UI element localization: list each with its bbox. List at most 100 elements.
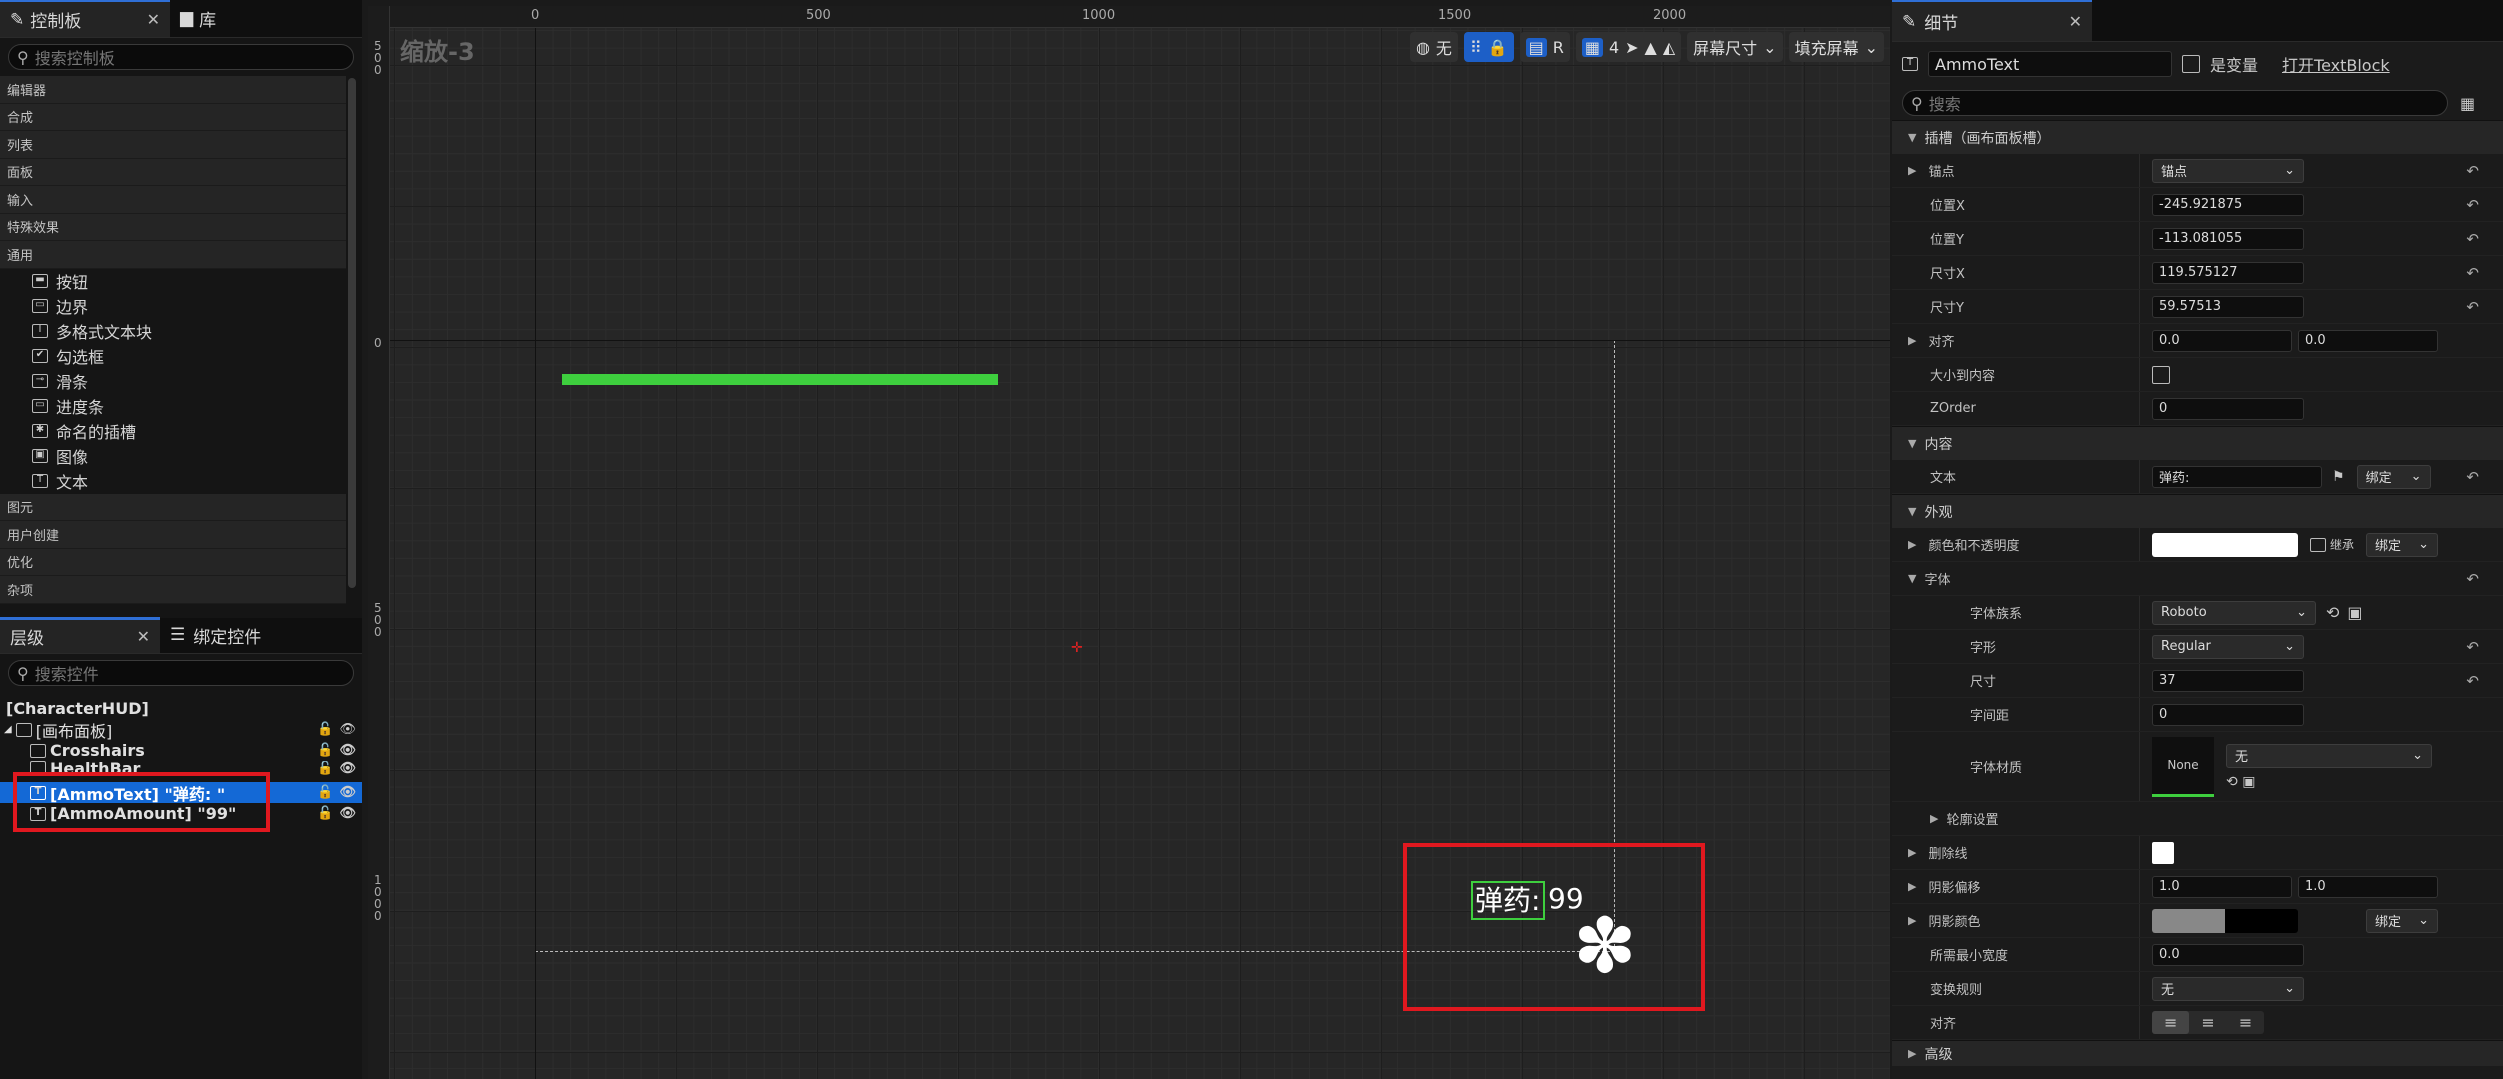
palette-category[interactable]: 编辑器	[0, 76, 346, 104]
reset-icon[interactable]: ↶	[2466, 298, 2479, 316]
fill-screen-dropdown[interactable]: 填充屏幕 ⌄	[1788, 32, 1884, 62]
tree-root[interactable]: [CharacterHUD]	[0, 698, 362, 719]
snap-toggle[interactable]: ⠿ 🔒	[1463, 32, 1514, 62]
palette-search-input[interactable]: ⚲ 搜索控制板	[8, 44, 354, 70]
designer-canvas[interactable]: ✛ 弹药: 99 ✽ 缩放-3 ◍ 无 ⠿ 🔒 ▤ R ▦ 4 ➤ ▲ ◭ 屏幕尺寸 ⌄ 填充屏…	[368, 6, 1890, 1079]
palette-item[interactable]: ▭ 边界	[0, 294, 346, 319]
min-width-input[interactable]: 0.0	[2152, 943, 2304, 966]
lock-icon[interactable]: 🔓	[317, 806, 333, 821]
eye-icon[interactable]: 👁	[339, 806, 356, 821]
palette-item[interactable]: T 文本	[0, 469, 346, 494]
palette-category[interactable]: 面板	[0, 158, 346, 186]
reset-icon[interactable]: ↶	[2466, 672, 2479, 690]
color-bind-dropdown[interactable]: 绑定 ⌄	[2366, 532, 2439, 557]
palette-category[interactable]: 杂项	[0, 576, 346, 604]
transform-dropdown[interactable]: 无 ⌄	[2152, 976, 2304, 1001]
close-icon[interactable]: ✕	[125, 627, 150, 646]
close-icon[interactable]: ✕	[2057, 12, 2082, 31]
hierarchy-search-input[interactable]: ⚲ 搜索控件	[8, 660, 354, 686]
lock-icon[interactable]: 🔓	[317, 761, 333, 775]
shadow-color-swatch[interactable]	[2152, 908, 2298, 933]
text-input[interactable]: 弹药:	[2152, 465, 2322, 488]
palette-item[interactable]: ▭ 进度条	[0, 394, 346, 419]
font-family-dropdown[interactable]: Roboto ⌄	[2152, 600, 2316, 625]
size-to-content-checkbox[interactable]	[2152, 365, 2170, 384]
tab-hierarchy[interactable]: 层级 ✕	[0, 617, 160, 653]
open-textblock-link[interactable]: 打开TextBlock	[2282, 52, 2390, 76]
is-variable-checkbox[interactable]	[2182, 55, 2200, 73]
shadow-bind-dropdown[interactable]: 绑定 ⌄	[2366, 908, 2438, 933]
size-y-input[interactable]: 59.57513	[2152, 295, 2304, 318]
align-left-icon[interactable]: ≡	[2152, 1011, 2190, 1034]
details-search-input[interactable]: ⚲ 搜索	[1902, 90, 2448, 116]
screen-size-dropdown[interactable]: 屏幕尺寸 ⌄	[1687, 32, 1783, 62]
healthbar-preview[interactable]	[562, 374, 998, 385]
widget-name-input[interactable]: AmmoText	[1928, 51, 2172, 77]
close-icon[interactable]: ✕	[135, 10, 160, 29]
font-size-input[interactable]: 37	[2152, 669, 2304, 692]
section-advanced[interactable]: ▶ 高级	[1892, 1040, 2503, 1066]
palette-category[interactable]: 输入	[0, 186, 346, 214]
section-appearance[interactable]: ▼ 外观	[1892, 494, 2503, 528]
color-swatch[interactable]	[2152, 532, 2298, 557]
tab-library[interactable]: ▆ 库	[170, 0, 226, 37]
size-x-input[interactable]: 119.575127	[2152, 261, 2304, 284]
tab-bind-widgets[interactable]: ☰ 绑定控件	[160, 617, 271, 653]
zorder-input[interactable]: 0	[2152, 397, 2304, 420]
eye-icon[interactable]: 👁	[339, 743, 356, 758]
palette-item[interactable]: ▣ 图像	[0, 444, 346, 469]
palette-item[interactable]: I 多格式文本块	[0, 319, 346, 344]
lock-icon[interactable]: 🔓	[317, 743, 333, 758]
section-content[interactable]: ▼ 内容	[1892, 426, 2503, 460]
browse-icon[interactable]: ⟲	[2226, 774, 2238, 790]
inherit-checkbox[interactable]	[2310, 537, 2326, 552]
palette-item[interactable]: ✱ 命名的插槽	[0, 419, 346, 444]
palette-category[interactable]: 特殊效果	[0, 213, 346, 241]
world-toggle[interactable]: ◍ 无	[1409, 32, 1458, 62]
crosshair-icon[interactable]: ✛	[1071, 640, 1083, 656]
shadow-y-input[interactable]: 1.0	[2298, 875, 2438, 898]
text-bind-dropdown[interactable]: 绑定 ⌄	[2356, 464, 2431, 489]
palette-scrollbar[interactable]	[348, 78, 356, 588]
align-x-input[interactable]: 0.0	[2152, 329, 2292, 352]
palette-item[interactable]: ▬ 按钮	[0, 269, 346, 294]
folder-search-icon[interactable]: ▣	[2242, 774, 2255, 790]
reset-icon[interactable]: ↶	[2466, 230, 2479, 248]
tree-canvas-panel[interactable]: ◢ [画布面板] 🔓 👁	[0, 719, 362, 741]
reset-icon[interactable]: ↶	[2466, 162, 2479, 180]
palette-item[interactable]: ⊸ 滑条	[0, 369, 346, 394]
reset-icon[interactable]: ↶	[2466, 196, 2479, 214]
strike-swatch[interactable]	[2152, 841, 2174, 864]
palette-item[interactable]: ✔ 勾选框	[0, 344, 346, 369]
section-slot[interactable]: ▼ 插槽（画布面板槽）	[1892, 120, 2503, 154]
tab-details[interactable]: ✎ 细节 ✕	[1892, 0, 2092, 41]
shadow-x-input[interactable]: 1.0	[2152, 875, 2292, 898]
anchor-dropdown[interactable]: 锚点 ⌄	[2152, 158, 2304, 183]
eye-icon[interactable]: 👁	[339, 761, 356, 775]
lock-icon[interactable]: 🔓	[317, 785, 333, 800]
palette-category[interactable]: 合成	[0, 103, 346, 131]
reset-icon[interactable]: ↶	[2466, 570, 2479, 588]
align-center-icon[interactable]: ≡	[2189, 1011, 2226, 1034]
align-right-icon[interactable]: ≡	[2227, 1011, 2264, 1034]
spacing-input[interactable]: 0	[2152, 703, 2304, 726]
reset-icon[interactable]: ↶	[2466, 638, 2479, 656]
palette-category[interactable]: 优化	[0, 548, 346, 576]
pos-y-input[interactable]: -113.081055	[2152, 227, 2304, 250]
lock-icon[interactable]: 🔓	[317, 722, 333, 737]
tree-item-crosshairs[interactable]: Crosshairs 🔓 👁	[0, 740, 362, 761]
eye-icon[interactable]: 👁	[339, 722, 356, 737]
eye-icon[interactable]: 👁	[339, 785, 356, 800]
respect-locks[interactable]: ▤ R	[1519, 32, 1570, 62]
pos-x-input[interactable]: -245.921875	[2152, 193, 2304, 216]
flag-icon[interactable]: ⚑	[2332, 469, 2345, 485]
browse-icon[interactable]: ⟲	[2326, 603, 2339, 622]
reset-icon[interactable]: ↶	[2466, 468, 2479, 486]
reset-icon[interactable]: ↶	[2466, 264, 2479, 282]
material-dropdown[interactable]: 无 ⌄	[2226, 743, 2432, 768]
palette-category[interactable]: 通用	[0, 241, 346, 269]
tab-palette[interactable]: ✎ 控制板 ✕	[0, 0, 170, 37]
material-thumbnail[interactable]: None	[2152, 736, 2214, 797]
table-view-icon[interactable]: ▦	[2460, 94, 2475, 113]
palette-category[interactable]: 列表	[0, 131, 346, 159]
